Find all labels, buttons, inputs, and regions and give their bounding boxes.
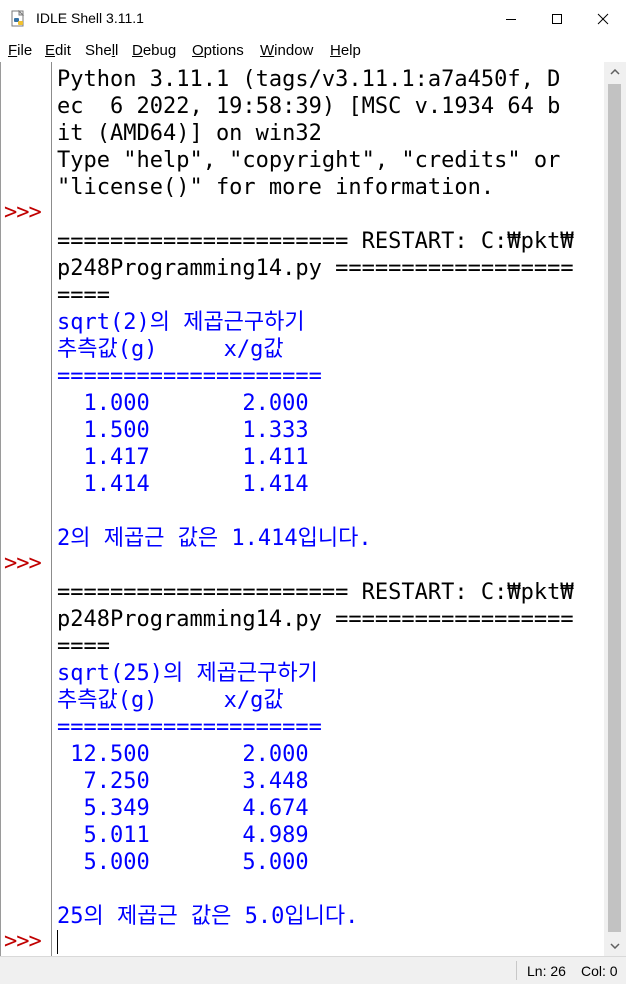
shell-output-line: 1.417 1.411	[57, 445, 309, 470]
title-bar[interactable]: IDLE Shell 3.11.1	[0, 0, 626, 38]
minimize-icon	[506, 19, 516, 20]
menu-bar: File Edit Shell Debug Options Window Hel…	[0, 38, 626, 62]
maximize-button[interactable]	[534, 0, 580, 38]
shell-prompt: >>>	[4, 551, 42, 576]
shell-output-line: ====================== RESTART: C:₩pkt₩	[57, 580, 574, 605]
shell-prompt: >>>	[4, 929, 42, 954]
scroll-up-button[interactable]	[604, 62, 626, 82]
chevron-down-icon	[610, 943, 620, 949]
shell-output-line: 1.414 1.414	[57, 472, 309, 497]
close-button[interactable]	[580, 0, 626, 38]
minimize-button[interactable]	[488, 0, 534, 38]
shell-output-line: ====	[57, 283, 110, 308]
menu-edit[interactable]: Edit	[45, 42, 71, 59]
shell-output-line: p248Programming14.py ==================	[57, 607, 574, 632]
shell-output-line: ====	[57, 634, 110, 659]
idle-python-icon	[10, 9, 28, 28]
shell-output-line: 25의 제곱근 값은 5.0입니다.	[57, 904, 359, 929]
shell-output-line: 12.500 2.000	[57, 742, 309, 767]
shell-output-line: 7.250 3.448	[57, 769, 309, 794]
shell-output-line: 1.500 1.333	[57, 418, 309, 443]
shell-output-line: sqrt(2)의 제곱근구하기	[57, 310, 305, 335]
shell-output-line: ec 6 2022, 19:58:39) [MSC v.1934 64 b	[57, 94, 561, 119]
shell-output-line: ====================	[57, 364, 322, 389]
text-cursor	[57, 930, 58, 954]
status-bar: Ln: 26 Col: 0	[0, 956, 626, 984]
shell-output-line: ====================	[57, 715, 322, 740]
menu-debug[interactable]: Debug	[132, 42, 176, 59]
menu-window[interactable]: Window	[260, 42, 313, 59]
menu-file[interactable]: File	[8, 42, 32, 59]
shell-output-line: p248Programming14.py ==================	[57, 256, 574, 281]
vertical-scrollbar[interactable]	[604, 62, 626, 956]
shell-output-line: 추측값(g) x/g값	[57, 337, 284, 362]
shell-output-line: "license()" for more information.	[57, 175, 495, 200]
shell-output-line: ====================== RESTART: C:₩pkt₩	[57, 229, 574, 254]
shell-output-line: 5.011 4.989	[57, 823, 309, 848]
status-separator	[516, 961, 517, 980]
shell-output-line: 5.000 5.000	[57, 850, 309, 875]
shell-output-line: 5.349 4.674	[57, 796, 309, 821]
shell-output-line: it (AMD64)] on win32	[57, 121, 322, 146]
shell-output-line: 1.000 2.000	[57, 391, 309, 416]
shell-output-line: Python 3.11.1 (tags/v3.11.1:a7a450f, D	[57, 67, 561, 92]
menu-options[interactable]: Options	[192, 42, 244, 59]
menu-shell[interactable]: Shell	[85, 42, 118, 59]
shell-text-area[interactable]: Python 3.11.1 (tags/v3.11.1:a7a450f, Dec…	[52, 62, 604, 956]
shell-output-line: 2의 제곱근 값은 1.414입니다.	[57, 526, 372, 551]
scrollbar-thumb[interactable]	[608, 84, 621, 932]
shell-output-line: Type "help", "copyright", "credits" or	[57, 148, 561, 173]
shell-prompt: >>>	[4, 200, 42, 225]
scroll-down-button[interactable]	[604, 936, 626, 956]
status-line: Ln: 26	[527, 963, 566, 979]
status-col: Col: 0	[581, 963, 618, 979]
shell-output-line: sqrt(25)의 제곱근구하기	[57, 661, 318, 686]
menu-help[interactable]: Help	[330, 42, 361, 59]
close-icon	[597, 13, 609, 25]
chevron-up-icon	[610, 69, 620, 75]
window-left-border	[0, 62, 1, 956]
maximize-icon	[552, 14, 562, 24]
shell-output-line: 추측값(g) x/g값	[57, 688, 284, 713]
window-title: IDLE Shell 3.11.1	[36, 10, 144, 26]
